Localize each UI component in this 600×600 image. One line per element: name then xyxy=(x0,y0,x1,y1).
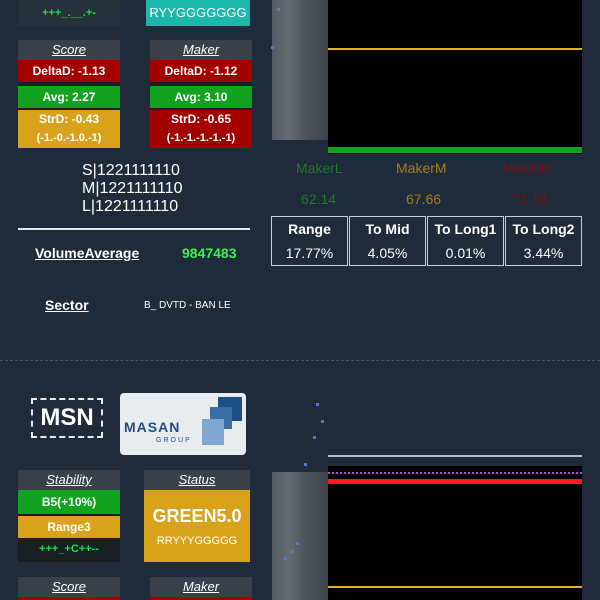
chart-dot xyxy=(304,463,307,466)
chart-dot xyxy=(321,420,324,423)
slm-block: S|1221111110 M|1221111110 L|1221111110 xyxy=(82,162,183,216)
status-value: GREEN5.0 xyxy=(152,506,242,526)
section-separator xyxy=(0,360,600,361)
slm-line-s: S|1221111110 xyxy=(82,162,180,179)
maker-header: Maker xyxy=(150,40,252,60)
status-tail: RYYGGGGGGG xyxy=(149,5,247,20)
maker-strd-block: StrD: -0.65 (-1.-1.-1.-1.-1) xyxy=(150,110,252,148)
stability-tail-bottom: +++_+C++-- xyxy=(39,543,99,555)
chart-red-line xyxy=(328,479,582,484)
metric-to-long2: To Long2 3.44% xyxy=(505,216,582,266)
score-header-bottom: Score xyxy=(18,577,120,597)
score-avg: Avg: 2.27 xyxy=(18,86,120,108)
score-strd-block: StrD: -0.43 (-1.-0.-1.0.-1) xyxy=(18,110,120,148)
sector-label: Sector xyxy=(45,297,89,313)
status-header: Status xyxy=(144,470,250,490)
chart-dot xyxy=(277,8,280,11)
chart-magenta-line xyxy=(328,472,582,474)
metric-to-long1-value: 0.01% xyxy=(445,245,486,261)
chart-yellow-line-bottom xyxy=(328,586,582,588)
chart-dot xyxy=(296,542,299,545)
sector-value: B_ DVTD - BAN LE xyxy=(144,300,231,311)
logo-sub: GROUP xyxy=(156,437,192,444)
score-delta: DeltaD: -1.13 xyxy=(18,60,120,82)
logo-brand: MASAN xyxy=(124,419,181,435)
ticker-badge[interactable]: MSN xyxy=(31,398,103,438)
metric-to-long1: To Long1 0.01% xyxy=(427,216,504,266)
stability-tail: +++_.__.+- xyxy=(18,0,120,26)
maker-h-label: MakerH xyxy=(502,160,551,176)
divider xyxy=(18,228,250,230)
status-block: GREEN5.0 RRYYYGGGGG xyxy=(144,490,250,562)
metric-to-long2-value: 3.44% xyxy=(523,245,564,261)
status-card: Status GREEN5.0 RRYYYGGGGG xyxy=(144,470,250,562)
metric-to-long1-header: To Long1 xyxy=(434,221,497,237)
maker-h-value: 73.18 xyxy=(512,191,548,207)
status-tail-bottom: RRYYYGGGGG xyxy=(156,535,238,547)
price-chart-bottom xyxy=(328,466,582,600)
maker-h-label-text: MakerH xyxy=(502,160,552,176)
chart-dot xyxy=(291,550,294,553)
chart-dot xyxy=(313,436,316,439)
metric-range: Range 17.77% xyxy=(271,216,348,266)
status-card-top: RYYGGGGGGG xyxy=(146,0,250,26)
maker-strd-detail: (-1.-1.-1.-1.-1) xyxy=(166,132,236,144)
chart-gray-line xyxy=(328,455,582,457)
chart-dot xyxy=(271,46,274,49)
stability-card: Stability B5(+10%) Range3 +++_+C++-- xyxy=(18,470,120,562)
slm-line-l: L|1221111110 xyxy=(82,198,179,215)
slm-line-m: M|1221111110 xyxy=(82,180,183,197)
chart-dot xyxy=(316,403,319,406)
company-logo: MASAN GROUP xyxy=(120,393,246,455)
chart-green-bar xyxy=(328,147,582,153)
metric-to-mid-value: 4.05% xyxy=(367,245,408,261)
maker-header-bottom: Maker xyxy=(150,577,252,597)
volume-bars-top xyxy=(272,0,328,140)
logo-mark-icon xyxy=(202,397,242,445)
maker-card: Maker DeltaD: -1.12 Avg: 3.10 StrD: -0.6… xyxy=(150,40,252,148)
score-card-bottom: Score xyxy=(18,577,120,600)
metric-range-header: Range xyxy=(288,221,331,237)
metric-range-value: 17.77% xyxy=(285,245,334,261)
volume-label: VolumeAverage xyxy=(35,245,140,261)
score-header: Score xyxy=(18,40,120,60)
price-chart-top xyxy=(328,0,582,154)
stability-range: Range3 xyxy=(18,516,120,538)
metric-to-mid: To Mid 4.05% xyxy=(349,216,426,266)
volume-value: 9847483 xyxy=(182,245,237,261)
chart-dot xyxy=(284,557,287,560)
chart-yellow-line xyxy=(328,48,582,50)
stability-card-top: +++_.__.+- xyxy=(18,0,120,26)
stability-header: Stability xyxy=(18,470,120,490)
maker-l-label-text: MakerL xyxy=(296,160,343,176)
metric-to-mid-header: To Mid xyxy=(365,221,410,237)
maker-m-value: 67.66 xyxy=(406,191,442,207)
maker-m-label-text: MakerM xyxy=(396,160,447,176)
score-strd: StrD: -0.43 xyxy=(38,112,100,126)
volume-bars-bottom xyxy=(272,472,328,600)
maker-delta: DeltaD: -1.12 xyxy=(150,60,252,82)
maker-m-label: MakerM xyxy=(396,160,447,176)
maker-card-bottom: Maker xyxy=(150,577,252,600)
maker-l-value: 62.14 xyxy=(301,191,337,207)
maker-avg: Avg: 3.10 xyxy=(150,86,252,108)
stability-b5: B5(+10%) xyxy=(18,490,120,514)
metric-to-long2-header: To Long2 xyxy=(512,221,575,237)
maker-l-label: MakerL xyxy=(296,160,343,176)
score-card: Score DeltaD: -1.13 Avg: 2.27 StrD: -0.4… xyxy=(18,40,120,148)
score-strd-detail: (-1.-0.-1.0.-1) xyxy=(36,132,102,144)
maker-strd: StrD: -0.65 xyxy=(170,112,232,126)
